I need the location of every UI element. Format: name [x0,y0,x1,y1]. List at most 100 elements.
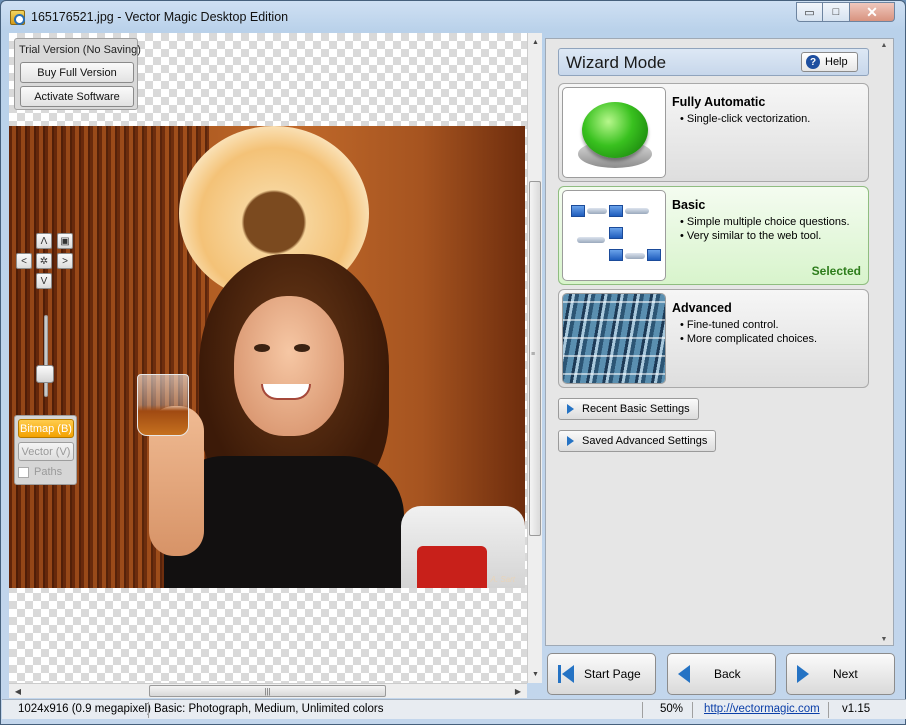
flow-box [609,205,623,217]
activate-software-button[interactable]: Activate Software [20,86,134,107]
start-page-icon [558,665,574,683]
help-button[interactable]: ? Help [801,52,858,72]
start-page-button[interactable]: Start Page [547,653,656,695]
pan-center-button[interactable]: ✲ [36,253,52,269]
pan-center-icon: ✲ [39,255,49,267]
minimize-button[interactable]: ▭ [796,2,823,22]
flow-box [571,205,585,217]
mode-advanced[interactable]: Advanced Fine-tuned control. More compli… [558,289,869,388]
play-icon [567,404,574,414]
mode-fully-automatic[interactable]: Fully Automatic Single-click vectorizati… [558,83,869,182]
mode-title: Basic [672,198,706,212]
photo-face [234,296,344,436]
flowchart-icon [562,190,666,281]
version-label: v1.15 [842,703,871,715]
wizard-panel: Wizard Mode ? Help Fully Automatic Singl… [545,38,894,646]
app-icon [10,10,25,25]
mode-bullet: Single-click vectorization. [680,112,811,126]
back-button[interactable]: Back [667,653,776,695]
back-label: Back [714,667,741,681]
back-arrow-icon [678,665,690,683]
view-mode-panel: Bitmap (B) Vector (V) Paths [14,415,77,485]
paths-toggle[interactable]: Paths [18,466,62,478]
pan-up-icon: Λ [40,235,48,247]
photo-eye-left [254,344,270,352]
image-canvas[interactable]: A. Sart [9,33,527,683]
window-title: 165176521.jpg - Vector Magic Desktop Edi… [31,10,289,24]
photo-watermark: A. Sart [490,575,515,584]
scroll-left-icon[interactable]: ◀ [11,685,25,698]
wizard-scrollbar[interactable]: ▲ ▼ [878,39,890,645]
pan-down-icon: V [40,275,48,287]
photo-glass [137,374,189,436]
pan-down-button[interactable]: V [36,273,52,289]
mode-bullet: Simple multiple choice questions. [680,215,850,229]
maximize-icon: □ [832,6,840,18]
pan-right-icon: > [62,255,68,267]
flow-arrow [577,237,605,243]
website-link[interactable]: http://vectormagic.com [704,703,820,715]
pan-left-icon: < [21,255,27,267]
mode-bullet: Fine-tuned control. [680,318,817,332]
status-bar: 1024x916 (0.9 megapixel) Basic: Photogra… [2,699,906,719]
zoom-fit-button[interactable]: ▣ [57,233,73,249]
scroll-up-icon[interactable]: ▲ [529,35,542,49]
saved-advanced-settings-label: Saved Advanced Settings [582,435,708,447]
vertical-scroll-thumb[interactable] [529,181,541,536]
canvas-vertical-scrollbar[interactable]: ▲ ≡ ▼ [527,33,542,683]
paths-checkbox[interactable] [18,466,29,478]
vector-view-button[interactable]: Vector (V) [18,442,74,461]
paths-label: Paths [34,466,63,478]
next-label: Next [833,667,858,681]
flow-arrow [625,253,645,259]
green-button-cap [582,102,648,158]
settings-summary: Basic: Photograph, Medium, Unlimited col… [154,703,384,715]
canvas-horizontal-scrollbar[interactable]: ◀ ||| ▶ [9,683,527,698]
next-arrow-icon [797,665,809,683]
close-button[interactable]: ✕ [850,2,895,22]
bitmap-view-button[interactable]: Bitmap (B) [18,419,74,438]
zoom-level: 50% [660,703,684,715]
mode-basic[interactable]: Basic Simple multiple choice questions. … [558,186,869,285]
scroll-down-icon[interactable]: ▼ [529,667,542,681]
window-controls: ▭ □ ✕ [796,2,895,22]
mixer-icon [562,293,666,384]
zoom-fit-icon: ▣ [60,235,70,247]
pan-up-button[interactable]: Λ [36,233,52,249]
status-separator [642,702,643,718]
help-icon: ? [806,55,820,69]
vertical-grip-icon: ≡ [531,351,536,358]
trial-panel: Trial Version (No Saving) Buy Full Versi… [14,38,141,110]
help-label: Help [825,56,848,68]
minimize-icon: ▭ [804,6,815,19]
trial-label: Trial Version (No Saving) [19,44,141,56]
horizontal-grip-icon: ||| [264,686,271,696]
scroll-right-icon[interactable]: ▶ [511,685,525,698]
scroll-down-icon[interactable]: ▼ [878,636,890,643]
next-button[interactable]: Next [786,653,895,695]
horizontal-scroll-thumb[interactable]: ||| [149,685,386,697]
flow-arrow [587,208,607,214]
status-separator [828,702,829,718]
zoom-slider-thumb[interactable] [36,365,54,383]
recent-basic-settings-button[interactable]: Recent Basic Settings [558,398,699,420]
mixer-image [563,294,665,383]
mode-bullet: Very similar to the web tool. [680,229,850,243]
pan-right-button[interactable]: > [57,253,73,269]
saved-advanced-settings-button[interactable]: Saved Advanced Settings [558,430,717,452]
start-page-label: Start Page [584,667,641,681]
pan-left-button[interactable]: < [16,253,32,269]
app-window: 165176521.jpg - Vector Magic Desktop Edi… [0,0,906,725]
zoom-slider-track[interactable] [44,315,48,397]
status-separator [692,702,693,718]
close-icon: ✕ [866,3,878,20]
maximize-button[interactable]: □ [823,2,850,22]
title-bar: 165176521.jpg - Vector Magic Desktop Edi… [1,1,905,33]
wizard-header: Wizard Mode ? Help [558,48,869,76]
buy-full-version-button[interactable]: Buy Full Version [20,62,134,83]
mode-bullets: Fine-tuned control. More complicated cho… [680,318,817,346]
wizard-title: Wizard Mode [566,53,667,72]
mode-bullets: Single-click vectorization. [680,112,811,126]
scroll-up-icon[interactable]: ▲ [878,42,890,49]
flow-box [609,249,623,261]
